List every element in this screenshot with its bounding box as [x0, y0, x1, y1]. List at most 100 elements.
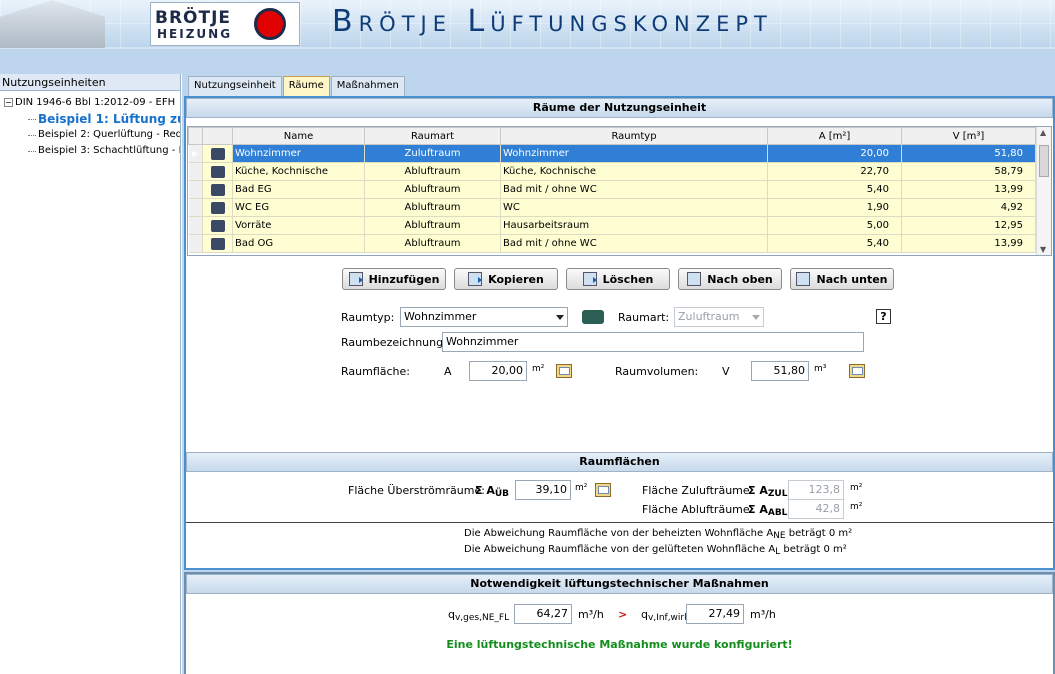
cell-a[interactable]: 20,00: [767, 144, 902, 163]
cell-a[interactable]: 22,70: [767, 162, 902, 181]
calculator-icon[interactable]: [595, 483, 611, 497]
deviation-message-1: Die Abweichung Raumfläche von der beheiz…: [464, 528, 852, 541]
scroll-thumb[interactable]: [1039, 145, 1049, 177]
ueb-symbol: Σ AÜB: [475, 484, 509, 499]
cell-name[interactable]: WC EG: [232, 198, 365, 217]
app-title: Brötje Lüftungskonzept: [332, 4, 773, 39]
cell-raumart[interactable]: Abluftraum: [364, 162, 501, 181]
ueb-subscript: ÜB: [494, 489, 510, 499]
raumart-label: Raumart:: [618, 311, 670, 324]
header-name[interactable]: Name: [232, 127, 365, 145]
table-scrollbar[interactable]: ▲ ▼: [1036, 127, 1051, 255]
ueb-unit: m²: [575, 483, 588, 493]
raumtyp-select[interactable]: Wohnzimmer: [400, 307, 568, 327]
tree-root[interactable]: − DIN 1946-6 Bbl 1:2012-09 - EFH: [0, 95, 180, 111]
ventilation-icon: [582, 310, 604, 324]
header-a[interactable]: A [m²]: [767, 127, 902, 145]
cell-name[interactable]: Küche, Kochnische: [232, 162, 365, 181]
move-up-button[interactable]: Nach oben: [678, 268, 782, 290]
cell-raumart[interactable]: Abluftraum: [364, 216, 501, 235]
table-row[interactable]: ▶ Wohnzimmer Zuluftraum Wohnzimmer 20,00…: [188, 144, 1036, 163]
cell-v[interactable]: 58,79: [901, 162, 1036, 181]
move-down-button[interactable]: Nach unten: [790, 268, 894, 290]
copy-button[interactable]: Kopieren: [454, 268, 558, 290]
header-v[interactable]: V [m³]: [901, 127, 1036, 145]
cell-v[interactable]: 13,99: [901, 180, 1036, 199]
tree-item-label: Beispiel 2: Querlüftung - Redu: [38, 129, 180, 140]
cell-a[interactable]: 5,40: [767, 234, 902, 253]
compare-sign: >: [618, 608, 628, 621]
cell-v[interactable]: 4,92: [901, 198, 1036, 217]
raumtyp-label: Raumtyp:: [341, 311, 395, 324]
delete-button-label: Löschen: [602, 272, 654, 286]
msg1-subscript: NE: [773, 531, 786, 541]
calculator-icon[interactable]: [849, 364, 865, 378]
cell-raumtyp[interactable]: WC: [500, 198, 768, 217]
flaeche-input[interactable]: 20,00: [469, 361, 527, 381]
bezeichnung-input[interactable]: Wohnzimmer: [442, 332, 864, 352]
cell-name[interactable]: Vorräte: [232, 216, 365, 235]
msg1-suffix: beträgt 0 m²: [785, 528, 853, 539]
cell-raumart[interactable]: Abluftraum: [364, 198, 501, 217]
cell-name[interactable]: Wohnzimmer: [232, 144, 365, 163]
scroll-down-icon[interactable]: ▼: [1040, 245, 1046, 254]
help-button[interactable]: ?: [876, 309, 891, 324]
abl-input: 42,8: [788, 499, 844, 519]
tab-massnahmen[interactable]: Maßnahmen: [330, 76, 405, 96]
q2-unit: m³/h: [750, 608, 776, 621]
flaeche-unit: m²: [532, 364, 545, 374]
result-message: Eine lüftungstechnische Maßnahme wurde k…: [446, 638, 793, 651]
sidebar-title: Nutzungseinheiten: [0, 74, 180, 91]
header-raumart[interactable]: Raumart: [364, 127, 501, 145]
logo-text: BRÖTJE: [155, 8, 232, 28]
cell-name[interactable]: Bad OG: [232, 234, 365, 253]
cell-raumtyp[interactable]: Bad mit / ohne WC: [500, 234, 768, 253]
table-row[interactable]: Küche, Kochnische Abluftraum Küche, Koch…: [188, 162, 1036, 181]
delete-button[interactable]: Löschen: [566, 268, 670, 290]
cell-v[interactable]: 51,80: [901, 144, 1036, 163]
zul-unit: m²: [850, 483, 863, 493]
ueb-input[interactable]: 39,10: [515, 480, 571, 500]
cell-raumtyp[interactable]: Küche, Kochnische: [500, 162, 768, 181]
cell-a[interactable]: 1,90: [767, 198, 902, 217]
tab-bar: Nutzungseinheit Räume Maßnahmen: [188, 76, 406, 96]
rooms-panel: Räume der Nutzungseinheit Name Raumart R…: [184, 96, 1055, 570]
header-indicator: [188, 127, 203, 145]
cell-raumtyp[interactable]: Bad mit / ohne WC: [500, 180, 768, 199]
collapse-icon[interactable]: −: [4, 97, 13, 107]
table-row[interactable]: Bad OG Abluftraum Bad mit / ohne WC 5,40…: [188, 234, 1036, 253]
cell-v[interactable]: 12,95: [901, 216, 1036, 235]
table-row[interactable]: Vorräte Abluftraum Hausarbeitsraum 5,00 …: [188, 216, 1036, 235]
cell-raumtyp[interactable]: Wohnzimmer: [500, 144, 768, 163]
header-raumtyp[interactable]: Raumtyp: [500, 127, 768, 145]
cell-name[interactable]: Bad EG: [232, 180, 365, 199]
cell-raumtyp[interactable]: Hausarbeitsraum: [500, 216, 768, 235]
msg2-text: Die Abweichung Raumfläche von der gelüft…: [464, 544, 776, 555]
tree-item-beispiel-1[interactable]: Beispiel 1: Lüftung zum: [0, 111, 180, 127]
table-row[interactable]: WC EG Abluftraum WC 1,90 4,92: [188, 198, 1036, 217]
volumen-symbol: V: [722, 365, 730, 378]
cell-a[interactable]: 5,00: [767, 216, 902, 235]
zul-sigma: Σ A: [748, 484, 768, 497]
cell-raumart[interactable]: Zuluftraum: [364, 144, 501, 163]
table-row[interactable]: Bad EG Abluftraum Bad mit / ohne WC 5,40…: [188, 180, 1036, 199]
tree-item-beispiel-2[interactable]: Beispiel 2: Querlüftung - Redu: [0, 127, 180, 143]
cell-raumart[interactable]: Abluftraum: [364, 180, 501, 199]
q2-subscript: v,Inf,wirk: [647, 613, 690, 623]
scroll-up-icon[interactable]: ▲: [1040, 128, 1046, 137]
tab-nutzungseinheit[interactable]: Nutzungseinheit: [188, 76, 282, 96]
flaeche-label: Raumfläche:: [341, 365, 410, 378]
bezeichnung-label: Raumbezeichnung:: [341, 336, 447, 349]
q2-symbol: qv,Inf,wirk: [641, 608, 689, 623]
raumtyp-value: Wohnzimmer: [404, 310, 477, 323]
cell-a[interactable]: 5,40: [767, 180, 902, 199]
tree-item-beispiel-3[interactable]: Beispiel 3: Schachtlüftung - Re: [0, 143, 180, 159]
zul-subscript: ZUL: [767, 489, 788, 499]
add-button[interactable]: Hinzufügen: [342, 268, 446, 290]
cell-raumart[interactable]: Abluftraum: [364, 234, 501, 253]
volumen-input[interactable]: 51,80: [751, 361, 809, 381]
tab-raeume[interactable]: Räume: [282, 76, 330, 96]
calculator-icon[interactable]: [556, 364, 572, 378]
ueb-sigma: Σ A: [475, 484, 495, 497]
cell-v[interactable]: 13,99: [901, 234, 1036, 253]
